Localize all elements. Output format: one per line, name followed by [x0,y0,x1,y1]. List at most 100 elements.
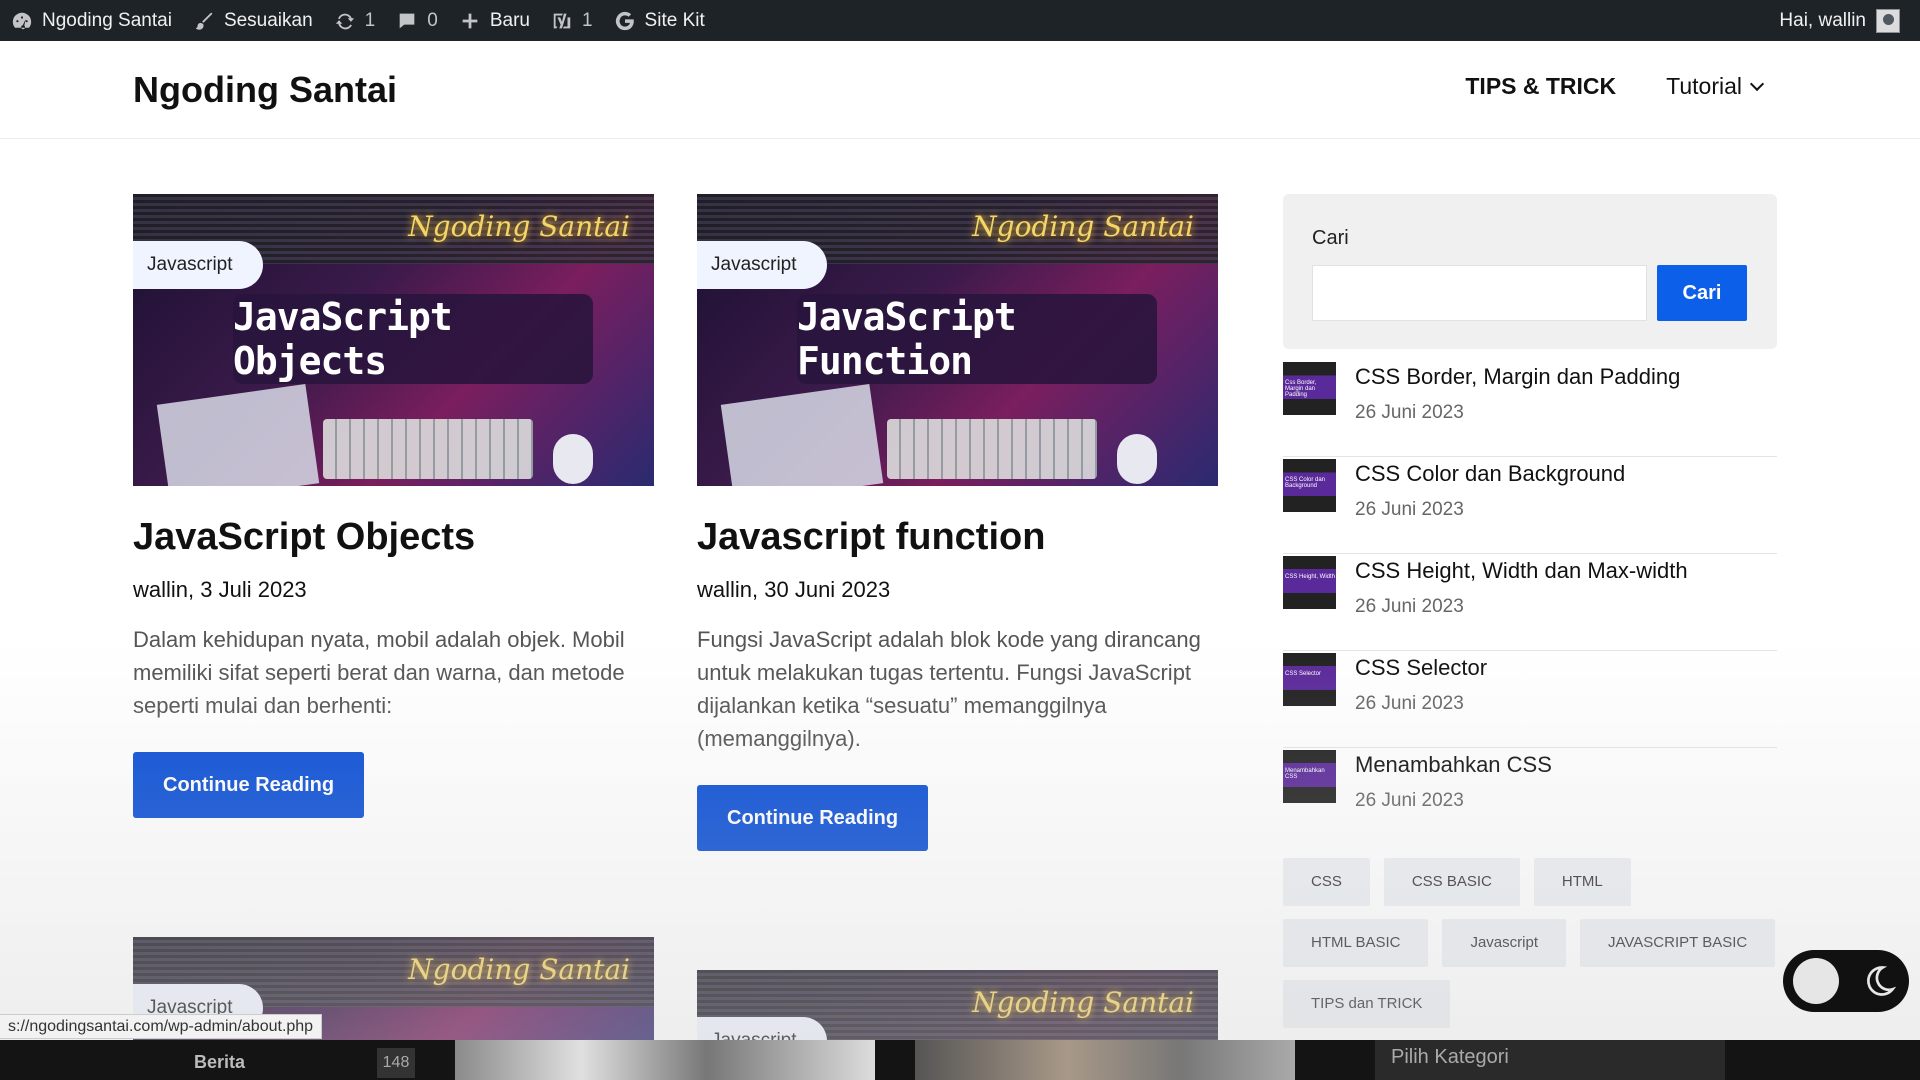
admin-bar-comments[interactable]: 0 [385,0,448,41]
recent-post-item[interactable]: CSS Height, Width CSS Height, Width dan … [1283,554,1777,651]
search-widget: Cari Cari [1283,194,1777,349]
continue-reading-button[interactable]: Continue Reading [133,752,365,818]
recent-post-thumbnail-text: CSS Height, Width [1285,574,1336,580]
recent-post-item[interactable]: CSS Color dan Background CSS Color dan B… [1283,457,1777,554]
post-thumbnail[interactable]: Ngoding Santai JavaScript Function Javas… [697,194,1218,486]
tag-link[interactable]: CSS [1283,858,1370,906]
comments-count: 0 [427,9,438,31]
recent-post-date: 26 Juni 2023 [1355,693,1464,714]
footer-photo [455,1040,875,1080]
admin-bar-greeting: Hai, wallin [1779,9,1866,31]
post-meta: wallin, 3 Juli 2023 [133,577,307,602]
search-label: Cari [1312,227,1349,249]
admin-bar-updates[interactable]: 1 [323,0,386,41]
admin-bar-account[interactable]: Hai, wallin [1779,0,1900,41]
toggle-knob [1793,958,1839,1004]
admin-bar-sitekit-label: Site Kit [644,9,705,31]
admin-bar: Ngoding Santai Sesuaikan 1 0 Baru 1 Site… [0,0,1920,41]
admin-bar-site[interactable]: Ngoding Santai [0,0,182,41]
recent-post-thumbnail-text: CSS Selector [1285,671,1322,677]
site-header: Ngoding Santai TIPS & TRICK Tutorial [0,41,1920,139]
tag-link[interactable]: Javascript [1442,919,1566,967]
thumbnail-paper [720,384,884,486]
tag-link[interactable]: HTML [1533,858,1631,906]
plus-icon [458,9,482,33]
category-badge[interactable]: Javascript [697,241,827,289]
recent-post-item[interactable]: CSS Selector CSS Selector 26 Juni 2023 [1283,651,1777,748]
updates-count: 1 [364,9,376,31]
recent-post-thumbnail[interactable]: CSS Color dan Background [1283,459,1336,512]
menu-item-tutorial[interactable]: Tutorial [1666,73,1765,100]
status-bar-url: s://ngodingsantai.com/wp-admin/about.php [0,1014,323,1039]
recent-post-date: 26 Juni 2023 [1355,790,1464,811]
category-badge[interactable]: Javascript [133,241,263,289]
post-thumbnail[interactable]: Ngoding Santai JavaScript Objects Javasc… [133,194,654,486]
recent-post-date: 26 Juni 2023 [1355,402,1464,423]
recent-post-date: 26 Juni 2023 [1355,596,1464,617]
thumbnail-paper [156,384,320,486]
recent-post-title[interactable]: Menambahkan CSS [1355,752,1552,778]
recent-post-title[interactable]: CSS Selector [1355,655,1487,681]
google-icon [613,9,637,33]
tag-link[interactable]: CSS BASIC [1383,858,1520,906]
search-input[interactable] [1312,265,1647,321]
recent-post-thumbnail[interactable]: Menambahkan CSS [1283,750,1336,803]
thumbnail-brand: Ngoding Santai [972,210,1194,243]
yoast-count: 1 [581,9,593,31]
tag-link[interactable]: JAVASCRIPT BASIC [1580,919,1776,967]
thumbnail-keyboard [887,419,1097,479]
post-meta: wallin, 30 Juni 2023 [697,577,891,602]
recent-post-thumbnail[interactable]: CSS Selector [1283,653,1336,706]
post-card: Ngoding Santai JavaScript Objects Javasc… [133,194,654,818]
thumbnail-mouse [1117,434,1157,484]
thumbnail-keyboard [323,419,533,479]
recent-post-item[interactable]: Css Border, Margin dan Padding CSS Borde… [1283,360,1777,457]
post-title[interactable]: Javascript function [697,516,1218,559]
admin-bar-site-name: Ngoding Santai [42,9,172,31]
admin-bar-customize[interactable]: Sesuaikan [182,0,323,41]
site-title[interactable]: Ngoding Santai [133,69,397,111]
menu-item-label: TIPS & TRICK [1465,73,1617,99]
admin-bar-yoast[interactable]: 1 [540,0,603,41]
admin-bar-customize-label: Sesuaikan [223,9,313,31]
post-title[interactable]: JavaScript Objects [133,516,654,559]
admin-bar-new-label: Baru [489,9,530,31]
thumbnail-brand: Ngoding Santai [972,986,1194,1019]
post-excerpt: Dalam kehidupan nyata, mobil adalah obje… [133,627,625,718]
chevron-down-icon [1749,76,1765,91]
recent-post-thumbnail[interactable]: Css Border, Margin dan Padding [1283,362,1336,415]
search-button[interactable]: Cari [1657,265,1747,321]
tag-link[interactable]: TIPS dan TRICK [1283,980,1451,1028]
comment-icon [395,9,419,33]
recent-post-title[interactable]: CSS Color dan Background [1355,461,1625,487]
recent-post-item[interactable]: Menambahkan CSS Menambahkan CSS 26 Juni … [1283,748,1777,845]
recent-post-thumbnail-text: CSS Color dan Background [1285,477,1326,489]
yoast-icon [550,9,574,33]
recent-post-thumbnail[interactable]: CSS Height, Width [1283,556,1336,609]
footer-category-count: 148 [377,1048,415,1078]
category-select[interactable]: Pilih Kategori [1375,1040,1725,1080]
recent-post-title[interactable]: CSS Height, Width dan Max-width [1355,558,1688,584]
tag-cloud: CSS CSS BASIC HTML HTML BASIC Javascript… [1283,858,1777,1028]
post-card: Ngoding Santai Javascript [133,937,654,1057]
admin-bar-new[interactable]: Baru [448,0,540,41]
footer-category-label[interactable]: Berita [194,1052,245,1073]
menu-item-label: Tutorial [1666,73,1742,99]
tag-link[interactable]: HTML BASIC [1283,919,1429,967]
admin-bar-sitekit[interactable]: Site Kit [603,0,715,41]
recent-posts: Css Border, Margin dan Padding CSS Borde… [1283,360,1777,845]
thumbnail-title: JavaScript Function [797,294,1157,384]
post-excerpt: Fungsi JavaScript adalah blok kode yang … [697,627,1201,751]
continue-reading-button[interactable]: Continue Reading [697,785,929,851]
post-card: Ngoding Santai JavaScript Function Javas… [697,194,1218,851]
avatar [1876,8,1900,33]
primary-menu: TIPS & TRICK Tutorial [1465,73,1765,100]
moon-icon [1859,961,1899,1001]
thumbnail-title: JavaScript Objects [233,294,593,384]
recent-post-title[interactable]: CSS Border, Margin dan Padding [1355,364,1680,390]
post-thumbnail[interactable]: Ngoding Santai Javascript [133,937,654,1057]
dark-mode-toggle[interactable] [1783,950,1909,1012]
menu-item-tips-trick[interactable]: TIPS & TRICK [1465,73,1616,100]
recent-post-thumbnail-text: Menambahkan CSS [1285,768,1325,780]
footer-photo [915,1040,1295,1080]
